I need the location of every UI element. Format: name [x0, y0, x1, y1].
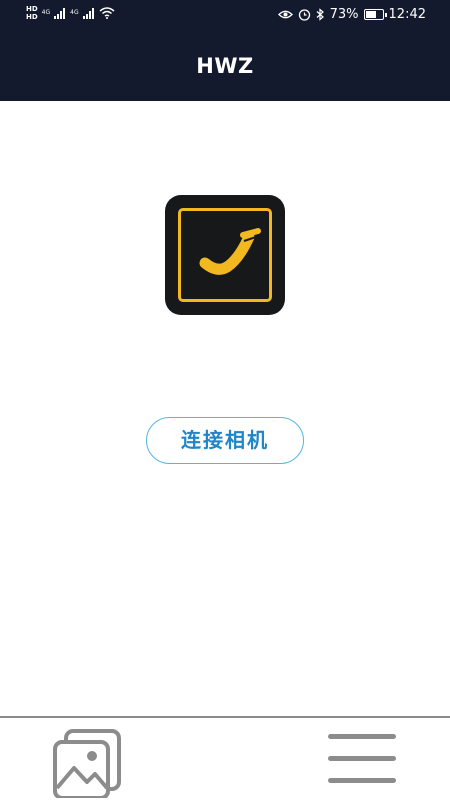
- bottom-divider: [0, 716, 450, 718]
- signal-icon-1: [54, 7, 66, 19]
- eye-icon: [277, 10, 293, 19]
- menu-line-2: [328, 756, 396, 761]
- battery-percent: 73%: [329, 7, 359, 22]
- bluetooth-icon: [316, 8, 324, 21]
- menu-line-1: [328, 734, 396, 739]
- network-type-1: 4G: [41, 9, 51, 16]
- wifi-icon: [99, 7, 115, 19]
- gallery-icon[interactable]: [52, 728, 122, 798]
- hd-badge-2: HD: [26, 13, 38, 21]
- menu-icon[interactable]: [328, 734, 400, 790]
- clock: 12:42: [388, 7, 426, 22]
- battery-icon: [363, 9, 387, 20]
- connect-camera-button[interactable]: 连接相机: [146, 417, 304, 464]
- alarm-icon: [298, 9, 310, 21]
- status-bar-right: 73% 12:42: [277, 7, 426, 22]
- status-bar: HD HD 4G 4G 73% 12:42: [0, 0, 450, 32]
- battery-fill: [365, 11, 377, 18]
- hd-badge-1: HD: [26, 5, 38, 13]
- status-bar-left: HD HD 4G 4G: [26, 5, 115, 21]
- app-logo: [165, 195, 285, 315]
- page-title: HWZ: [196, 54, 254, 78]
- app-header: HD HD 4G 4G 73% 12:42 HWZ: [0, 0, 450, 101]
- network-type-2: 4G: [70, 9, 79, 16]
- checkmark-icon: [199, 228, 261, 275]
- hd-badges: HD HD: [26, 5, 38, 21]
- signal-icon-2: [82, 7, 94, 19]
- menu-line-3: [328, 778, 396, 783]
